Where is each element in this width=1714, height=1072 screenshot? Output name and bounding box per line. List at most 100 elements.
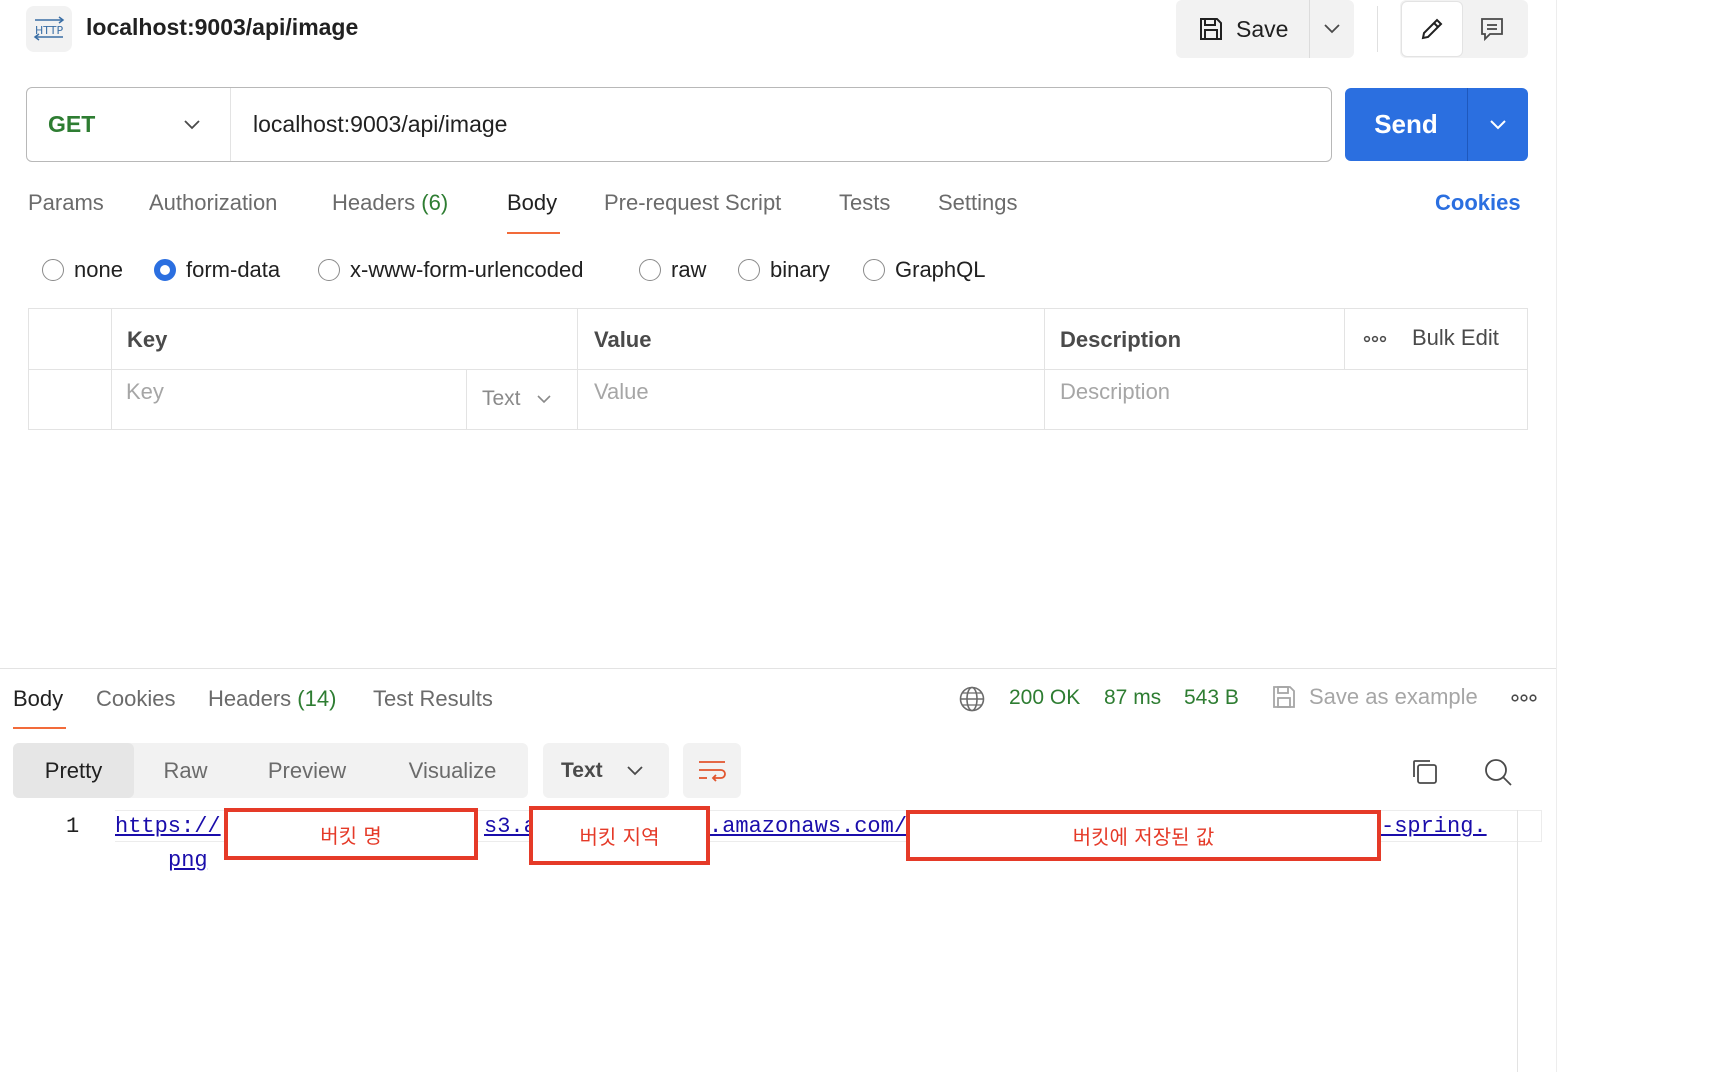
response-tab-headers[interactable]: Headers (14) <box>208 686 336 712</box>
chevron-down-icon <box>184 119 200 129</box>
toolbar-divider <box>1377 6 1378 52</box>
response-tab-body[interactable]: Body <box>13 686 63 712</box>
key-type-select[interactable]: Text <box>482 387 551 411</box>
response-tab-cookies[interactable]: Cookies <box>96 686 175 712</box>
radio-circle <box>639 259 661 281</box>
view-raw-button[interactable]: Raw <box>134 743 237 798</box>
pencil-icon <box>1421 18 1443 40</box>
description-input[interactable] <box>1060 372 1520 412</box>
method-label: GET <box>48 111 96 137</box>
response-url-part[interactable]: png <box>168 848 208 873</box>
pane-divider[interactable] <box>0 668 1556 669</box>
response-format-label: Text <box>561 758 603 782</box>
radio-binary[interactable]: binary <box>738 257 830 283</box>
table-divider <box>466 369 467 429</box>
tab-authorization[interactable]: Authorization <box>149 190 277 216</box>
request-title[interactable]: localhost:9003/api/image <box>86 14 358 41</box>
column-header-key: Key <box>127 327 168 352</box>
active-response-tab-indicator <box>13 727 66 729</box>
column-header-description: Description <box>1060 327 1182 352</box>
send-button[interactable]: Send <box>1345 88 1468 161</box>
radio-label: none <box>74 257 123 282</box>
column-header-value: Value <box>594 327 652 352</box>
response-time[interactable]: 87 ms <box>1104 686 1161 710</box>
search-icon[interactable] <box>1483 757 1513 792</box>
save-as-example-button[interactable]: Save as example <box>1271 684 1478 710</box>
tab-params[interactable]: Params <box>28 190 104 216</box>
table-row-divider <box>29 369 1527 370</box>
edit-button[interactable] <box>1402 2 1462 56</box>
save-icon <box>1200 18 1222 40</box>
tab-headers-count: (6) <box>421 190 449 215</box>
cookies-link[interactable]: Cookies <box>1435 190 1521 216</box>
radio-raw[interactable]: raw <box>639 257 706 283</box>
code-scroll-divider <box>1517 810 1518 1072</box>
copy-icon[interactable] <box>1410 757 1440 792</box>
globe-icon[interactable] <box>958 685 986 718</box>
radio-circle <box>738 259 760 281</box>
comments-button[interactable] <box>1462 2 1522 56</box>
tab-tests[interactable]: Tests <box>839 190 890 216</box>
bulk-edit-button[interactable]: Bulk Edit <box>1412 325 1499 351</box>
line-number: 1 <box>66 814 80 839</box>
radio-circle-selected <box>154 259 176 281</box>
value-input[interactable] <box>594 372 1034 412</box>
send-options-button[interactable] <box>1468 88 1528 161</box>
url-bar: GET <box>26 87 1332 162</box>
response-url-part[interactable]: .amazonaws.com/ <box>709 814 907 839</box>
annotation-bucket-value: 버킷에 저장된 값 <box>906 810 1381 861</box>
save-button[interactable]: Save <box>1176 0 1310 58</box>
save-options-button[interactable] <box>1310 0 1354 58</box>
response-tab-test-results[interactable]: Test Results <box>373 686 493 712</box>
right-panel-toggle <box>1400 0 1528 58</box>
view-pretty-button[interactable]: Pretty <box>13 743 134 798</box>
response-url-part[interactable]: https:// <box>115 814 221 839</box>
response-url-part[interactable]: -spring. <box>1381 814 1487 839</box>
response-format-select[interactable]: Text <box>543 743 669 798</box>
save-icon <box>1273 686 1295 708</box>
view-mode-toggle: Pretty Raw Preview Visualize <box>13 743 528 798</box>
tab-pre-request-script[interactable]: Pre-request Script <box>604 190 781 216</box>
tab-settings[interactable]: Settings <box>938 190 1018 216</box>
response-tab-headers-label: Headers <box>208 686 292 711</box>
response-size[interactable]: 543 B <box>1184 686 1239 710</box>
right-edge-divider <box>1556 0 1557 1072</box>
save-as-example-label: Save as example <box>1309 684 1478 709</box>
radio-label: binary <box>770 257 830 282</box>
chevron-down-icon <box>536 394 551 403</box>
chevron-down-icon <box>1490 119 1506 129</box>
save-label: Save <box>1236 15 1289 42</box>
radio-x-www-form-urlencoded[interactable]: x-www-form-urlencoded <box>318 257 584 283</box>
wrap-lines-button[interactable] <box>683 743 741 798</box>
chevron-down-icon <box>627 765 643 775</box>
url-input[interactable] <box>231 88 1331 161</box>
tab-headers[interactable]: Headers (6) <box>332 190 448 216</box>
key-input[interactable] <box>126 372 456 412</box>
status-code[interactable]: 200 OK <box>1009 686 1080 710</box>
svg-text:HTTP: HTTP <box>35 24 64 37</box>
more-options-icon[interactable] <box>1363 329 1387 354</box>
key-type-label: Text <box>482 387 521 410</box>
save-button-group: Save <box>1176 0 1354 58</box>
radio-label: raw <box>671 257 707 282</box>
radio-graphql[interactable]: GraphQL <box>863 257 986 283</box>
method-select[interactable]: GET <box>27 88 231 161</box>
tab-headers-label: Headers <box>332 190 416 215</box>
view-preview-button[interactable]: Preview <box>237 743 377 798</box>
annotation-bucket-name: 버킷 명 <box>224 808 478 860</box>
wrap-lines-icon <box>699 760 726 782</box>
radio-circle <box>318 259 340 281</box>
view-visualize-button[interactable]: Visualize <box>377 743 528 798</box>
tab-body[interactable]: Body <box>507 190 557 216</box>
send-button-group: Send <box>1345 88 1528 161</box>
http-request-icon: HTTP <box>26 6 72 52</box>
more-options-icon[interactable] <box>1510 688 1538 713</box>
radio-label: x-www-form-urlencoded <box>350 257 584 282</box>
annotation-bucket-region: 버킷 지역 <box>529 806 710 865</box>
radio-none[interactable]: none <box>42 257 123 283</box>
radio-circle <box>42 259 64 281</box>
radio-form-data[interactable]: form-data <box>154 257 280 283</box>
chevron-down-icon <box>1324 24 1340 34</box>
comment-icon <box>1481 18 1503 42</box>
radio-label: form-data <box>186 257 281 282</box>
